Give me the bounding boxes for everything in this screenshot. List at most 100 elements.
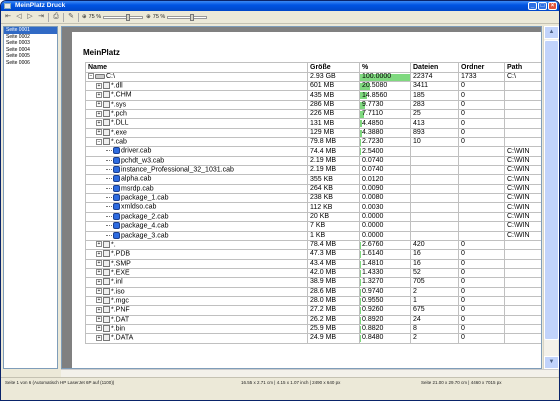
vertical-scrollbar[interactable]: ▲ ▼	[543, 26, 559, 369]
file-type-icon	[103, 325, 110, 332]
expand-icon[interactable]: +	[96, 129, 102, 136]
zoom-slider-1[interactable]	[103, 13, 144, 21]
folders-cell	[458, 174, 505, 185]
percent-value: 2.6760	[362, 241, 384, 249]
percent-cell: 0.9260	[359, 305, 411, 316]
zoom-slider-2[interactable]	[167, 13, 208, 21]
folders-cell	[458, 202, 505, 213]
zoom-icon: ⊕	[82, 14, 87, 20]
name-cell: + *.EXE	[85, 267, 308, 279]
prev-page-icon[interactable]: ◁	[15, 13, 23, 21]
page-title: MeinPlatz	[83, 48, 120, 57]
scroll-thumb[interactable]	[544, 40, 559, 340]
percent-cell: 4.4850	[359, 118, 411, 129]
maximize-button[interactable]: □	[538, 2, 547, 10]
tree-line	[106, 206, 112, 208]
last-page-icon[interactable]: ⇥	[37, 13, 45, 21]
expand-icon[interactable]: +	[96, 110, 102, 117]
table-row: + *.CHM 435 MB 14.8560 185 0	[85, 90, 541, 101]
expand-icon[interactable]: +	[96, 334, 102, 341]
expand-icon[interactable]: +	[96, 288, 102, 295]
zoom-thumb-1[interactable]	[126, 13, 131, 21]
first-page-icon[interactable]: ⇤	[4, 13, 12, 21]
scroll-up-icon[interactable]: ▲	[544, 26, 559, 39]
cab-file-icon	[113, 194, 120, 202]
expand-icon[interactable]: +	[96, 316, 102, 323]
minimize-button[interactable]: _	[528, 2, 537, 10]
expand-icon[interactable]: +	[96, 241, 102, 248]
folders-cell	[458, 211, 505, 223]
path-cell: C:\WIN	[504, 221, 541, 232]
percent-value: 1.3270	[362, 278, 384, 286]
tools-icon[interactable]: ✎	[67, 13, 75, 21]
folders-cell: 0	[458, 267, 505, 279]
percent-cell: 1.3270	[359, 277, 411, 288]
name-cell: + *.iso	[85, 286, 308, 297]
name-cell: package_2.cab	[85, 211, 308, 223]
percent-cell: 0.9740	[359, 286, 411, 297]
expand-icon[interactable]: +	[96, 278, 102, 285]
path-cell: C:\WIN	[504, 230, 541, 241]
expand-icon[interactable]: +	[96, 269, 102, 276]
files-cell: 22374	[410, 72, 459, 82]
toolbar-separator	[78, 12, 79, 22]
horizontal-scrollbar[interactable]	[61, 369, 558, 377]
print-icon[interactable]: ⎙	[52, 13, 60, 21]
percent-cell: 0.0000	[359, 230, 411, 241]
file-type-icon	[103, 260, 110, 267]
cab-file-icon	[113, 166, 120, 174]
next-page-icon[interactable]: ▷	[26, 13, 34, 21]
close-button[interactable]: ×	[548, 2, 557, 10]
percent-value: 0.0030	[362, 203, 384, 211]
path-cell	[504, 239, 541, 251]
name-cell: + *.dll	[85, 80, 308, 92]
name-cell: + *.bin	[85, 323, 308, 335]
expand-icon[interactable]: +	[96, 260, 102, 267]
name-label: *.DLL	[111, 119, 129, 127]
percent-cell: 20.5080	[359, 80, 411, 92]
file-type-icon	[103, 316, 110, 323]
expand-icon[interactable]: +	[96, 82, 102, 89]
scroll-down-icon[interactable]: ▼	[544, 356, 559, 369]
size-cell: 2.19 MB	[307, 165, 360, 176]
expand-icon[interactable]: +	[96, 297, 102, 304]
percent-value: 1.4810	[362, 259, 384, 267]
status-bar: Seite 1 von 6 (Automatisch HP LaserJet 6…	[1, 377, 559, 400]
collapse-icon[interactable]: −	[96, 138, 102, 145]
size-cell: 27.2 MB	[307, 305, 360, 316]
table-row: instance_Professional_32_1031.cab 2.19 MB…	[85, 165, 541, 176]
files-cell	[410, 193, 459, 204]
zoom-control-2[interactable]: ⊕ 75 %	[146, 13, 208, 21]
tree-line	[106, 150, 112, 152]
table-row: + *.bin 25.9 MB 0.8820 8 0	[85, 323, 541, 335]
percent-cell: 0.8820	[359, 323, 411, 335]
path-cell: C:\WIN	[504, 183, 541, 195]
folders-cell: 0	[458, 305, 505, 316]
folders-cell: 0	[458, 239, 505, 251]
percent-value: 1.4330	[362, 269, 384, 277]
folders-cell	[458, 193, 505, 204]
expand-icon[interactable]: +	[96, 325, 102, 332]
zoom-control-1[interactable]: ⊕ 75 %	[82, 13, 144, 21]
expand-icon[interactable]: +	[96, 306, 102, 313]
name-label: *.dll	[111, 82, 123, 90]
print-preview-area: MeinPlatz Name Größe % Dateien Ordner Pa…	[61, 26, 542, 369]
expand-icon[interactable]: +	[96, 119, 102, 126]
zoom-thumb-2[interactable]	[190, 13, 195, 21]
expand-icon[interactable]: +	[96, 101, 102, 108]
page-list: Seite 0001 Seite 0002 Seite 0003 Seite 0…	[3, 26, 58, 369]
cab-file-icon	[113, 232, 120, 239]
files-cell: 185	[410, 90, 459, 101]
expand-icon[interactable]: +	[96, 250, 102, 257]
path-cell	[504, 277, 541, 288]
file-type-icon	[103, 82, 110, 89]
collapse-icon[interactable]: −	[88, 73, 94, 80]
expand-icon[interactable]: +	[96, 91, 102, 98]
percent-value: 1.6140	[362, 250, 384, 258]
files-cell: 2	[410, 333, 459, 344]
tree-line	[106, 187, 112, 189]
status-page-info: Seite 1 von 6 (Automatisch HP LaserJet 6…	[5, 380, 115, 385]
app-window: MeinPlatz Druck _ □ × ⇤ ◁ ▷ ⇥ ⎙ ✎ ⊕ 75 %…	[0, 0, 560, 401]
name-cell: pchdt_w3.cab	[85, 155, 308, 167]
page-list-item[interactable]: Seite 0006	[4, 60, 57, 67]
